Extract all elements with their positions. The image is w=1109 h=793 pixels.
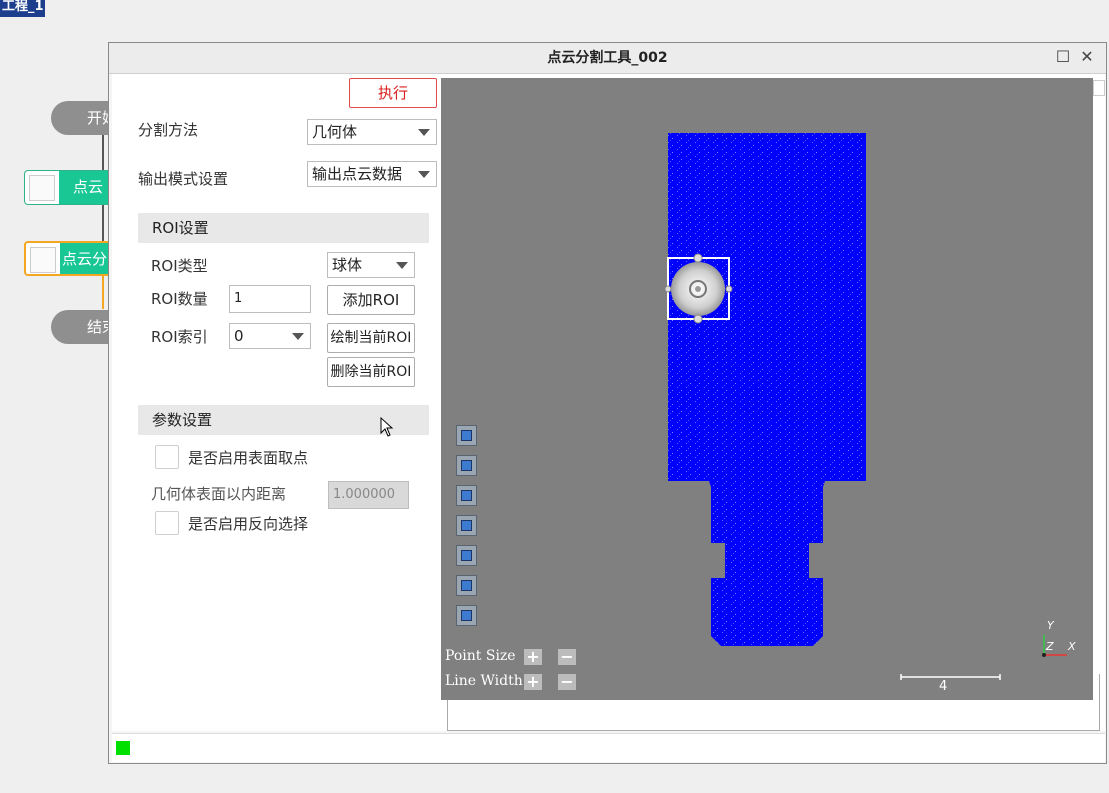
chevron-down-icon bbox=[418, 129, 430, 136]
line-width-increase-button[interactable]: + bbox=[524, 674, 542, 690]
roi-type-value: 球体 bbox=[332, 256, 363, 274]
delete-current-roi-button[interactable]: 删除当前ROI bbox=[327, 357, 415, 387]
roi-section-header: ROI设置 bbox=[138, 213, 429, 243]
chevron-down-icon bbox=[418, 171, 430, 178]
view-front-icon[interactable] bbox=[456, 455, 477, 476]
flow-connector bbox=[102, 135, 104, 170]
roi-index-select[interactable]: 0 bbox=[229, 323, 311, 349]
reverse-select-label: 是否启用反向选择 bbox=[188, 515, 309, 533]
segmentation-method-label: 分割方法 bbox=[138, 121, 199, 139]
line-width-decrease-button[interactable]: − bbox=[558, 674, 576, 690]
point-size-increase-button[interactable]: + bbox=[524, 649, 542, 665]
output-mode-select[interactable]: 输出点云数据 bbox=[307, 161, 437, 187]
roi-index-label: ROI索引 bbox=[151, 328, 208, 346]
fit-view-icon[interactable] bbox=[456, 425, 477, 446]
execute-button[interactable]: 执行 bbox=[349, 78, 437, 108]
pointcloud-render bbox=[664, 133, 1067, 680]
project-tab[interactable]: 工程_1 bbox=[0, 0, 45, 17]
scale-value: 4 bbox=[939, 679, 948, 694]
line-width-label: Line Width bbox=[445, 673, 523, 689]
output-mode-value: 输出点云数据 bbox=[312, 165, 403, 183]
inner-distance-label: 几何体表面以内距离 bbox=[151, 485, 287, 503]
surface-sampling-checkbox[interactable] bbox=[155, 445, 179, 469]
maximize-icon[interactable]: ☐ bbox=[1055, 49, 1071, 65]
roi-type-select[interactable]: 球体 bbox=[327, 252, 415, 278]
view-back-icon[interactable] bbox=[456, 485, 477, 506]
roi-index-value: 0 bbox=[234, 327, 244, 345]
axis-x-label: X bbox=[1068, 640, 1076, 653]
dialog-title: 点云分割工具_002 bbox=[547, 50, 668, 66]
pointcloud-viewer[interactable]: Point Size + − Line Width + − 4 Y Z X bbox=[441, 78, 1093, 700]
roi-type-label: ROI类型 bbox=[151, 257, 208, 275]
inner-distance-input[interactable]: 1.000000 bbox=[328, 481, 409, 509]
view-left-icon[interactable] bbox=[456, 515, 477, 536]
chevron-down-icon bbox=[292, 333, 304, 340]
reverse-select-checkbox[interactable] bbox=[155, 511, 179, 535]
roi-count-label: ROI数量 bbox=[151, 290, 208, 308]
mouse-cursor-icon bbox=[380, 417, 394, 437]
scale-bar bbox=[900, 674, 1001, 680]
flow-connector-active bbox=[102, 276, 104, 309]
point-size-decrease-button[interactable]: − bbox=[558, 649, 576, 665]
view-right-icon[interactable] bbox=[456, 545, 477, 566]
node-icon bbox=[30, 247, 56, 273]
draw-current-roi-button[interactable]: 绘制当前ROI bbox=[327, 323, 415, 353]
add-roi-button[interactable]: 添加ROI bbox=[327, 285, 415, 315]
status-bar bbox=[112, 733, 1105, 762]
segmentation-method-select[interactable]: 几何体 bbox=[307, 119, 437, 145]
axis-y-label: Y bbox=[1047, 619, 1054, 632]
dropdown-edge bbox=[1093, 80, 1105, 96]
point-size-label: Point Size bbox=[445, 648, 516, 664]
flow-connector bbox=[102, 205, 104, 241]
chevron-down-icon bbox=[396, 262, 408, 269]
title-bar[interactable]: 点云分割工具_002 ☐ ✕ bbox=[109, 43, 1106, 74]
axis-z-label: Z bbox=[1046, 640, 1054, 653]
node-icon bbox=[29, 175, 55, 201]
view-top-icon[interactable] bbox=[456, 575, 477, 596]
view-bottom-icon[interactable] bbox=[456, 605, 477, 626]
pointcloud-shape bbox=[668, 133, 866, 646]
output-mode-label: 输出模式设置 bbox=[138, 170, 229, 188]
close-icon[interactable]: ✕ bbox=[1079, 49, 1095, 65]
roi-count-input[interactable]: 1 bbox=[229, 285, 311, 313]
status-indicator bbox=[116, 741, 130, 755]
segmentation-method-value: 几何体 bbox=[312, 123, 358, 141]
surface-sampling-label: 是否启用表面取点 bbox=[188, 449, 309, 467]
